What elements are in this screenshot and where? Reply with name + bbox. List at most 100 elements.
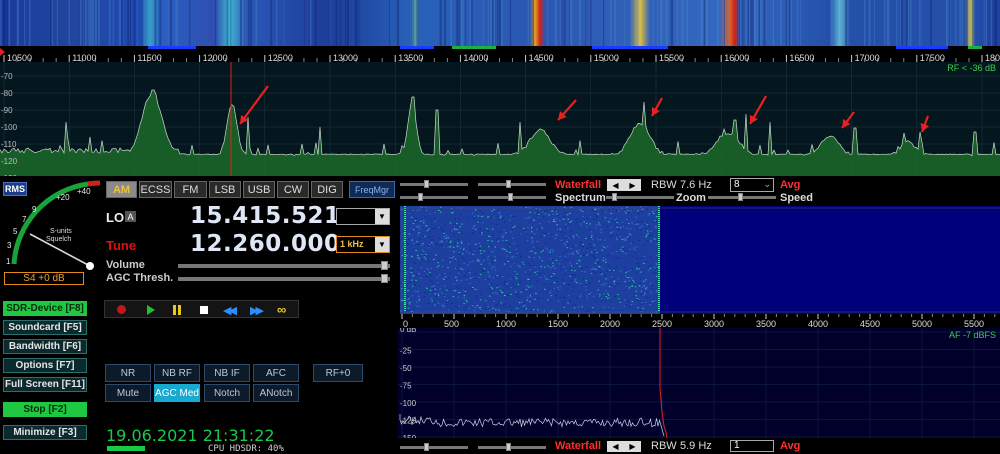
frequency-tick-label: 18000: [985, 53, 1000, 62]
rf-level-label: RF < -36 dB: [947, 63, 996, 73]
frequency-tick-label: 14000: [463, 53, 488, 62]
left-button-full[interactable]: Full Screen [F11]: [3, 377, 87, 392]
record-icon[interactable]: [117, 305, 126, 314]
s-meter-value: S4 +0 dB: [4, 272, 84, 285]
volume-slider-handle[interactable]: [381, 261, 388, 270]
agc-slider-handle[interactable]: [381, 274, 388, 283]
rbw-value-bottom: 5.9 Hz: [680, 440, 712, 452]
s-meter-scale-label: 9: [32, 205, 37, 214]
speed-slider[interactable]: [708, 193, 776, 201]
dsp-notch-button[interactable]: Notch: [204, 384, 250, 402]
mode-dig-button[interactable]: DIG: [311, 181, 343, 198]
dsp-agc-med-button[interactable]: AGC Med: [154, 384, 200, 402]
speed-label: Speed: [780, 192, 814, 204]
agc-thresh-label: AGC Thresh.: [106, 272, 174, 284]
tune-frequency[interactable]: 12.260.000: [190, 231, 341, 257]
spectrum-slider-1[interactable]: [400, 193, 468, 201]
mode-ecss-button[interactable]: ECSS: [139, 181, 172, 198]
db-tick-label: -70: [1, 72, 13, 81]
tune-step-select[interactable]: 1 kHz ▼: [336, 236, 390, 253]
db-tick-label: -80: [1, 89, 13, 98]
frequency-tick-label: 17000: [855, 53, 880, 62]
left-button-stop[interactable]: Stop [F2]: [3, 402, 87, 417]
stop-icon[interactable]: [200, 306, 208, 314]
dsp-anotch-button[interactable]: ANotch: [253, 384, 299, 402]
zoom-label: Zoom: [676, 192, 706, 204]
lo-preset-select[interactable]: ▼: [336, 208, 390, 225]
af-spectrum[interactable]: 0 dB-25-50-75-100-125-150 AF -7 dBFS: [398, 328, 1000, 438]
dsp-nb-rf-button[interactable]: NB RF: [154, 364, 200, 382]
spectrum-label: Spectrum: [555, 192, 606, 204]
af-tick-label: 0: [403, 319, 408, 328]
spectrum-slider-2[interactable]: [478, 193, 546, 201]
chevron-left-icon[interactable]: ◀: [612, 181, 618, 190]
af-tick-label: 5500: [964, 319, 984, 328]
waterfall-slider-1[interactable]: [400, 180, 468, 188]
frequency-tick-label: 14500: [529, 53, 554, 62]
db-tick-label: -110: [1, 140, 17, 149]
fast-forward-icon[interactable]: ▶▶: [250, 304, 264, 317]
play-icon[interactable]: [147, 305, 155, 315]
chevron-right-icon[interactable]: ▶: [629, 181, 635, 190]
frequency-ruler[interactable]: 10500 11000 11500 12000 12500 13000 13500 14000…: [0, 46, 1000, 62]
frequency-tick-label: 17500: [920, 53, 945, 62]
freqmgr-button[interactable]: FreqMgr: [349, 181, 395, 198]
rewind-icon[interactable]: ◀◀: [223, 304, 237, 317]
datetime: 19.06.2021 21:31:22: [106, 426, 275, 445]
volume-slider[interactable]: [178, 261, 390, 270]
rf-waterfall[interactable]: [0, 0, 1000, 46]
loop-icon[interactable]: ∞: [277, 302, 286, 317]
chevron-down-icon: ⌄: [763, 179, 771, 189]
left-button-options[interactable]: Options [F7]: [3, 358, 87, 373]
avg-select-bottom[interactable]: 1: [730, 440, 774, 452]
mode-lsb-button[interactable]: LSB: [209, 181, 241, 198]
annotation-arrow-icon: [651, 97, 663, 117]
frequency-tick-label: 13000: [333, 53, 358, 62]
mode-am-button[interactable]: AM: [106, 181, 137, 198]
rbw-stepper-bottom[interactable]: ◀ ▶: [607, 441, 641, 452]
af-waterfall[interactable]: [400, 206, 1000, 314]
mode-fm-button[interactable]: FM: [174, 181, 207, 198]
af-tick-label: 1500: [548, 319, 568, 328]
avg-label: Avg: [780, 179, 801, 191]
left-button-soundcard[interactable]: Soundcard [F5]: [3, 320, 87, 335]
waterfall-label: Waterfall: [555, 179, 602, 191]
dsp-rf-0-button[interactable]: RF+0: [313, 364, 363, 382]
af-bottom-control-bar: Waterfall ◀ ▶ RBW 5.9 Hz 1 Avg: [398, 440, 1000, 452]
lo-frequency[interactable]: 15.415.521: [190, 203, 341, 229]
cpu-label: CPU HDSDR: 40%: [208, 444, 284, 454]
af-frequency-axis: 0 500 1000 1500 2000 2500 3000 3500 4000 4500 5000…: [400, 314, 1000, 329]
frequency-tick-label: 11500: [137, 53, 161, 62]
lo-a-badge[interactable]: A: [125, 211, 136, 222]
dsp-nb-if-button[interactable]: NB IF: [204, 364, 250, 382]
chevron-down-icon: ▼: [375, 237, 389, 252]
left-button-minimize[interactable]: Minimize [F3]: [3, 425, 87, 440]
mode-cw-button[interactable]: CW: [277, 181, 309, 198]
pause-icon[interactable]: [173, 305, 176, 315]
af-db-tick-label: 0 dB: [400, 328, 416, 334]
s-meter-scale-label: 5: [13, 227, 18, 236]
dsp-afc-button[interactable]: AFC: [253, 364, 299, 382]
s-meter-scale-label: 3: [7, 241, 12, 250]
waterfall-slider-3[interactable]: [400, 443, 468, 451]
annotation-arrow-icon: [920, 115, 930, 133]
dsp-nr-button[interactable]: NR: [105, 364, 151, 382]
frequency-tick-label: 15500: [659, 53, 684, 62]
rbw-stepper[interactable]: ◀ ▶: [607, 179, 641, 191]
waterfall-slider-2[interactable]: [478, 180, 546, 188]
rf-spectrum[interactable]: -70-80-90-100-110-120-130 RF < -36 dB: [0, 62, 1000, 176]
af-tick-label: 1000: [496, 319, 516, 328]
af-db-tick-label: -150: [400, 434, 417, 438]
zoom-slider[interactable]: [606, 193, 674, 201]
mode-usb-button[interactable]: USB: [243, 181, 275, 198]
waterfall-slider-4[interactable]: [478, 443, 546, 451]
left-button-bandwidth[interactable]: Bandwidth [F6]: [3, 339, 87, 354]
chevron-right-icon[interactable]: ▶: [629, 442, 635, 451]
left-button-sdr-device[interactable]: SDR-Device [F8]: [3, 301, 87, 316]
agc-thresh-slider[interactable]: [178, 274, 390, 283]
db-tick-label: -120: [1, 157, 18, 166]
dsp-mute-button[interactable]: Mute: [105, 384, 151, 402]
annotation-arrow-icon: [841, 111, 855, 129]
avg-select[interactable]: 8 ⌄: [730, 178, 774, 192]
chevron-left-icon[interactable]: ◀: [612, 442, 618, 451]
